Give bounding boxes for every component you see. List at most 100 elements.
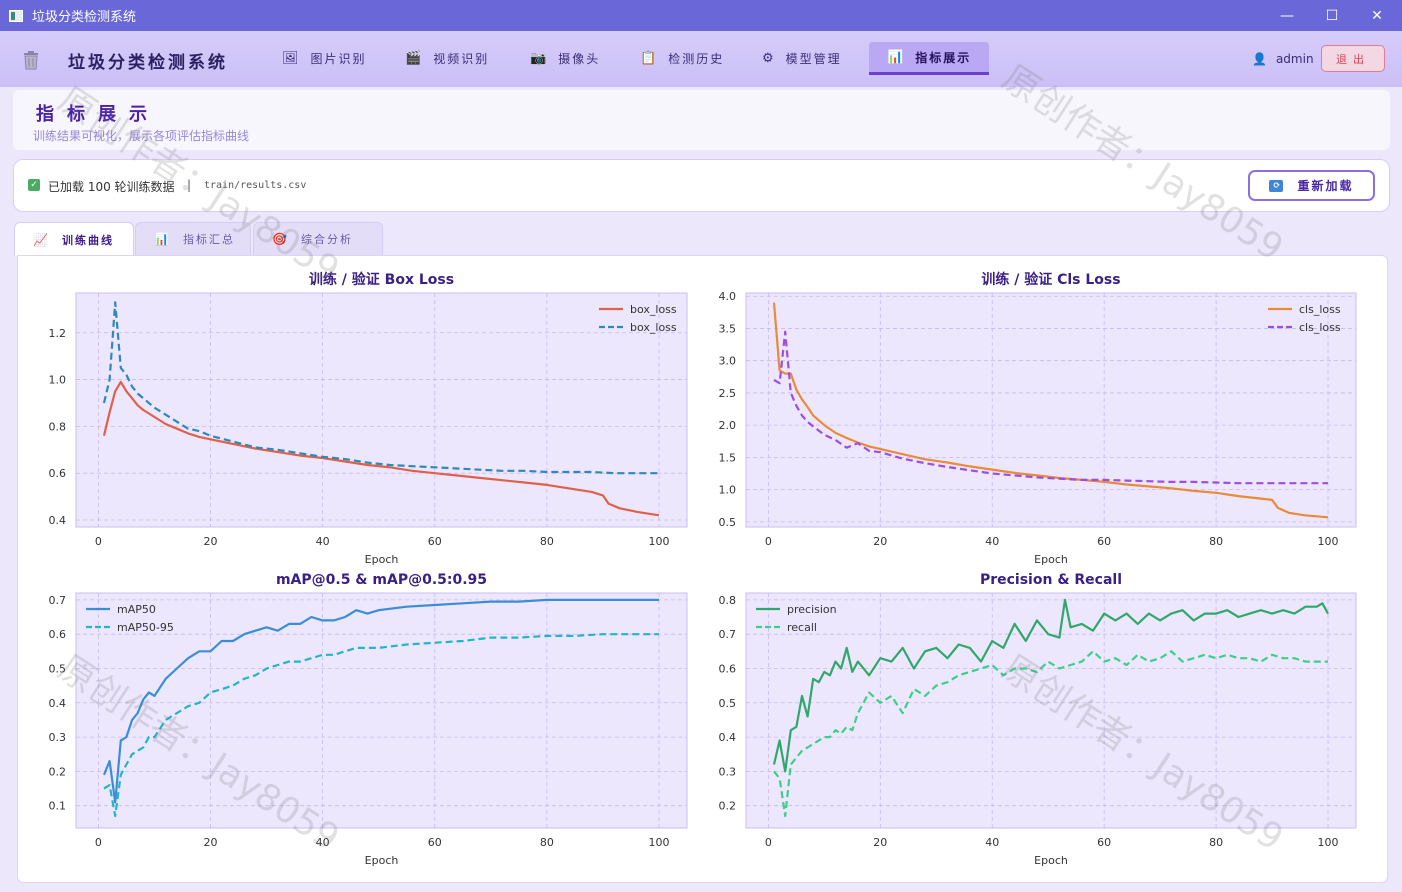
y-tick-label: 2.0 [719,419,737,432]
x-tick-label: 80 [1209,535,1223,548]
x-tick-label: 100 [1318,836,1339,849]
chart-title: mAP@0.5 & mAP@0.5:0.95 [276,572,487,588]
x-axis-label: Epoch [365,854,399,867]
image-icon: 🖼 [282,51,299,66]
y-tick-label: 0.7 [49,594,67,607]
y-tick-label: 0.4 [49,514,67,527]
y-tick-label: 0.1 [49,800,67,813]
window-title: 垃圾分类检测系统 [32,10,137,25]
chart-4: 0 20 40 60 80 100 0.2 0.3 0.4 0.5 0.6 0.7 0.8 Precisi… [719,572,1357,867]
x-axis-label: Epoch [1034,854,1068,867]
legend-label: recall [787,621,817,634]
nav-label: 模型管理 [785,52,842,66]
gear-icon: ⚙ [762,51,774,66]
y-tick-label: 0.6 [49,467,67,480]
window-titlebar: 垃圾分类检测系统 [0,0,1402,31]
chart-1: 0 20 40 60 80 100 0.4 0.6 0.8 1.0 1.2 训练 / 验证 Box L… [49,271,688,566]
chart-3: 0 20 40 60 80 100 0.1 0.2 0.3 0.4 0.5 0.6 0.7 mAP@0.5… [49,572,688,867]
username: admin [1275,52,1314,66]
legend-label: cls_loss [1299,321,1341,334]
y-tick-label: 0.3 [719,765,737,778]
legend-label: mAP50 [117,603,156,616]
nav-video-recognition[interactable]: 🎬 视频识别 [405,42,505,75]
app-window-icon [9,9,23,22]
clapper-icon: 🎬 [405,51,422,66]
x-tick-label: 0 [95,836,102,849]
y-tick-label: 0.2 [49,765,67,778]
y-tick-label: 0.5 [49,662,67,675]
y-tick-label: 0.8 [49,420,67,433]
chart-title: 训练 / 验证 Cls Loss [981,271,1120,288]
y-tick-label: 0.6 [719,662,737,675]
trash-bin-icon [24,51,38,70]
check-icon: ✓ [28,179,40,191]
user-icon: 👤 [1252,52,1267,66]
y-tick-label: 0.5 [719,697,737,710]
y-tick-label: 0.2 [719,800,737,813]
x-tick-label: 60 [428,836,442,849]
x-tick-label: 80 [540,535,554,548]
x-tick-label: 0 [95,535,102,548]
training-charts: 0 20 40 60 80 100 0.4 0.6 0.8 1.0 1.2 训练 / 验证 Box L… [49,271,1357,867]
y-tick-label: 0.7 [719,628,737,641]
x-tick-label: 100 [648,836,669,849]
nav-camera[interactable]: 📷 摄像头 [530,42,620,75]
y-tick-label: 1.0 [719,484,737,497]
nav-label: 摄像头 [558,52,601,66]
x-tick-label: 20 [873,836,887,849]
minimize-button[interactable]: — [1264,0,1310,31]
chart-title: Precision & Recall [980,572,1122,588]
x-tick-label: 20 [204,836,218,849]
x-tick-label: 80 [1209,836,1223,849]
maximize-button[interactable]: ☐ [1309,0,1355,31]
nav-label: 检测历史 [668,52,725,66]
x-tick-label: 40 [985,836,999,849]
tab-label: 训练曲线 [61,233,114,247]
x-tick-label: 80 [540,836,554,849]
nav-metrics[interactable]: 📊 指标展示 [869,42,989,75]
y-tick-label: 3.0 [719,355,737,368]
tab-label: 综合分析 [300,233,353,246]
y-tick-label: 1.5 [719,451,737,464]
y-tick-label: 0.4 [49,697,67,710]
y-tick-label: 4.0 [719,290,737,303]
logout-button[interactable]: 退出 [1321,45,1385,72]
separator: | [187,178,192,192]
chart-2: 0 20 40 60 80 100 0.5 1.0 1.5 2.0 2.5 3.0 3.5 4.0 训练 /… [719,271,1357,566]
y-tick-label: 0.4 [719,731,737,744]
nav-detection-history[interactable]: 📋 检测历史 [640,42,740,75]
legend-label: box_loss [630,303,677,316]
results-path: train/results.csv [204,180,307,191]
nav-label: 指标展示 [915,50,972,65]
refresh-icon: ⟳ [1269,179,1284,192]
y-tick-label: 2.5 [719,387,737,400]
nav-label: 图片识别 [310,52,367,66]
line-chart-icon: 📈 [33,232,48,247]
x-tick-label: 40 [985,535,999,548]
close-button[interactable]: ✕ [1354,0,1400,31]
x-tick-label: 100 [1318,535,1339,548]
clipboard-icon: 📋 [640,51,657,66]
x-tick-label: 20 [873,535,887,548]
tab-label: 指标汇总 [182,233,235,246]
page-subtitle: 训练结果可视化，展示各项评估指标曲线 [33,129,250,143]
nav-image-recognition[interactable]: 🖼 图片识别 [282,42,382,75]
plot-area [745,592,1357,829]
target-icon: 🎯 [272,232,287,246]
y-tick-label: 0.5 [719,516,737,529]
nav-label: 视频识别 [433,52,490,66]
tab-metrics-summary[interactable]: 📊 指标汇总 [135,222,251,255]
y-tick-label: 3.5 [719,322,737,335]
y-tick-label: 0.3 [49,731,67,744]
x-axis-label: Epoch [1034,553,1068,566]
x-tick-label: 60 [428,535,442,548]
tab-training-curves[interactable]: 📈 训练曲线 [14,222,134,256]
y-tick-label: 1.0 [49,374,67,387]
x-axis-label: Epoch [365,553,399,566]
y-tick-label: 1.2 [49,327,67,340]
nav-model-management[interactable]: ⚙ 模型管理 [762,42,862,75]
camera-icon: 📷 [530,51,547,66]
page-title: 指标展示 [36,104,160,125]
reload-button[interactable]: ⟳ 重新加载 [1248,170,1375,201]
tab-overall-analysis[interactable]: 🎯 综合分析 [253,222,383,255]
